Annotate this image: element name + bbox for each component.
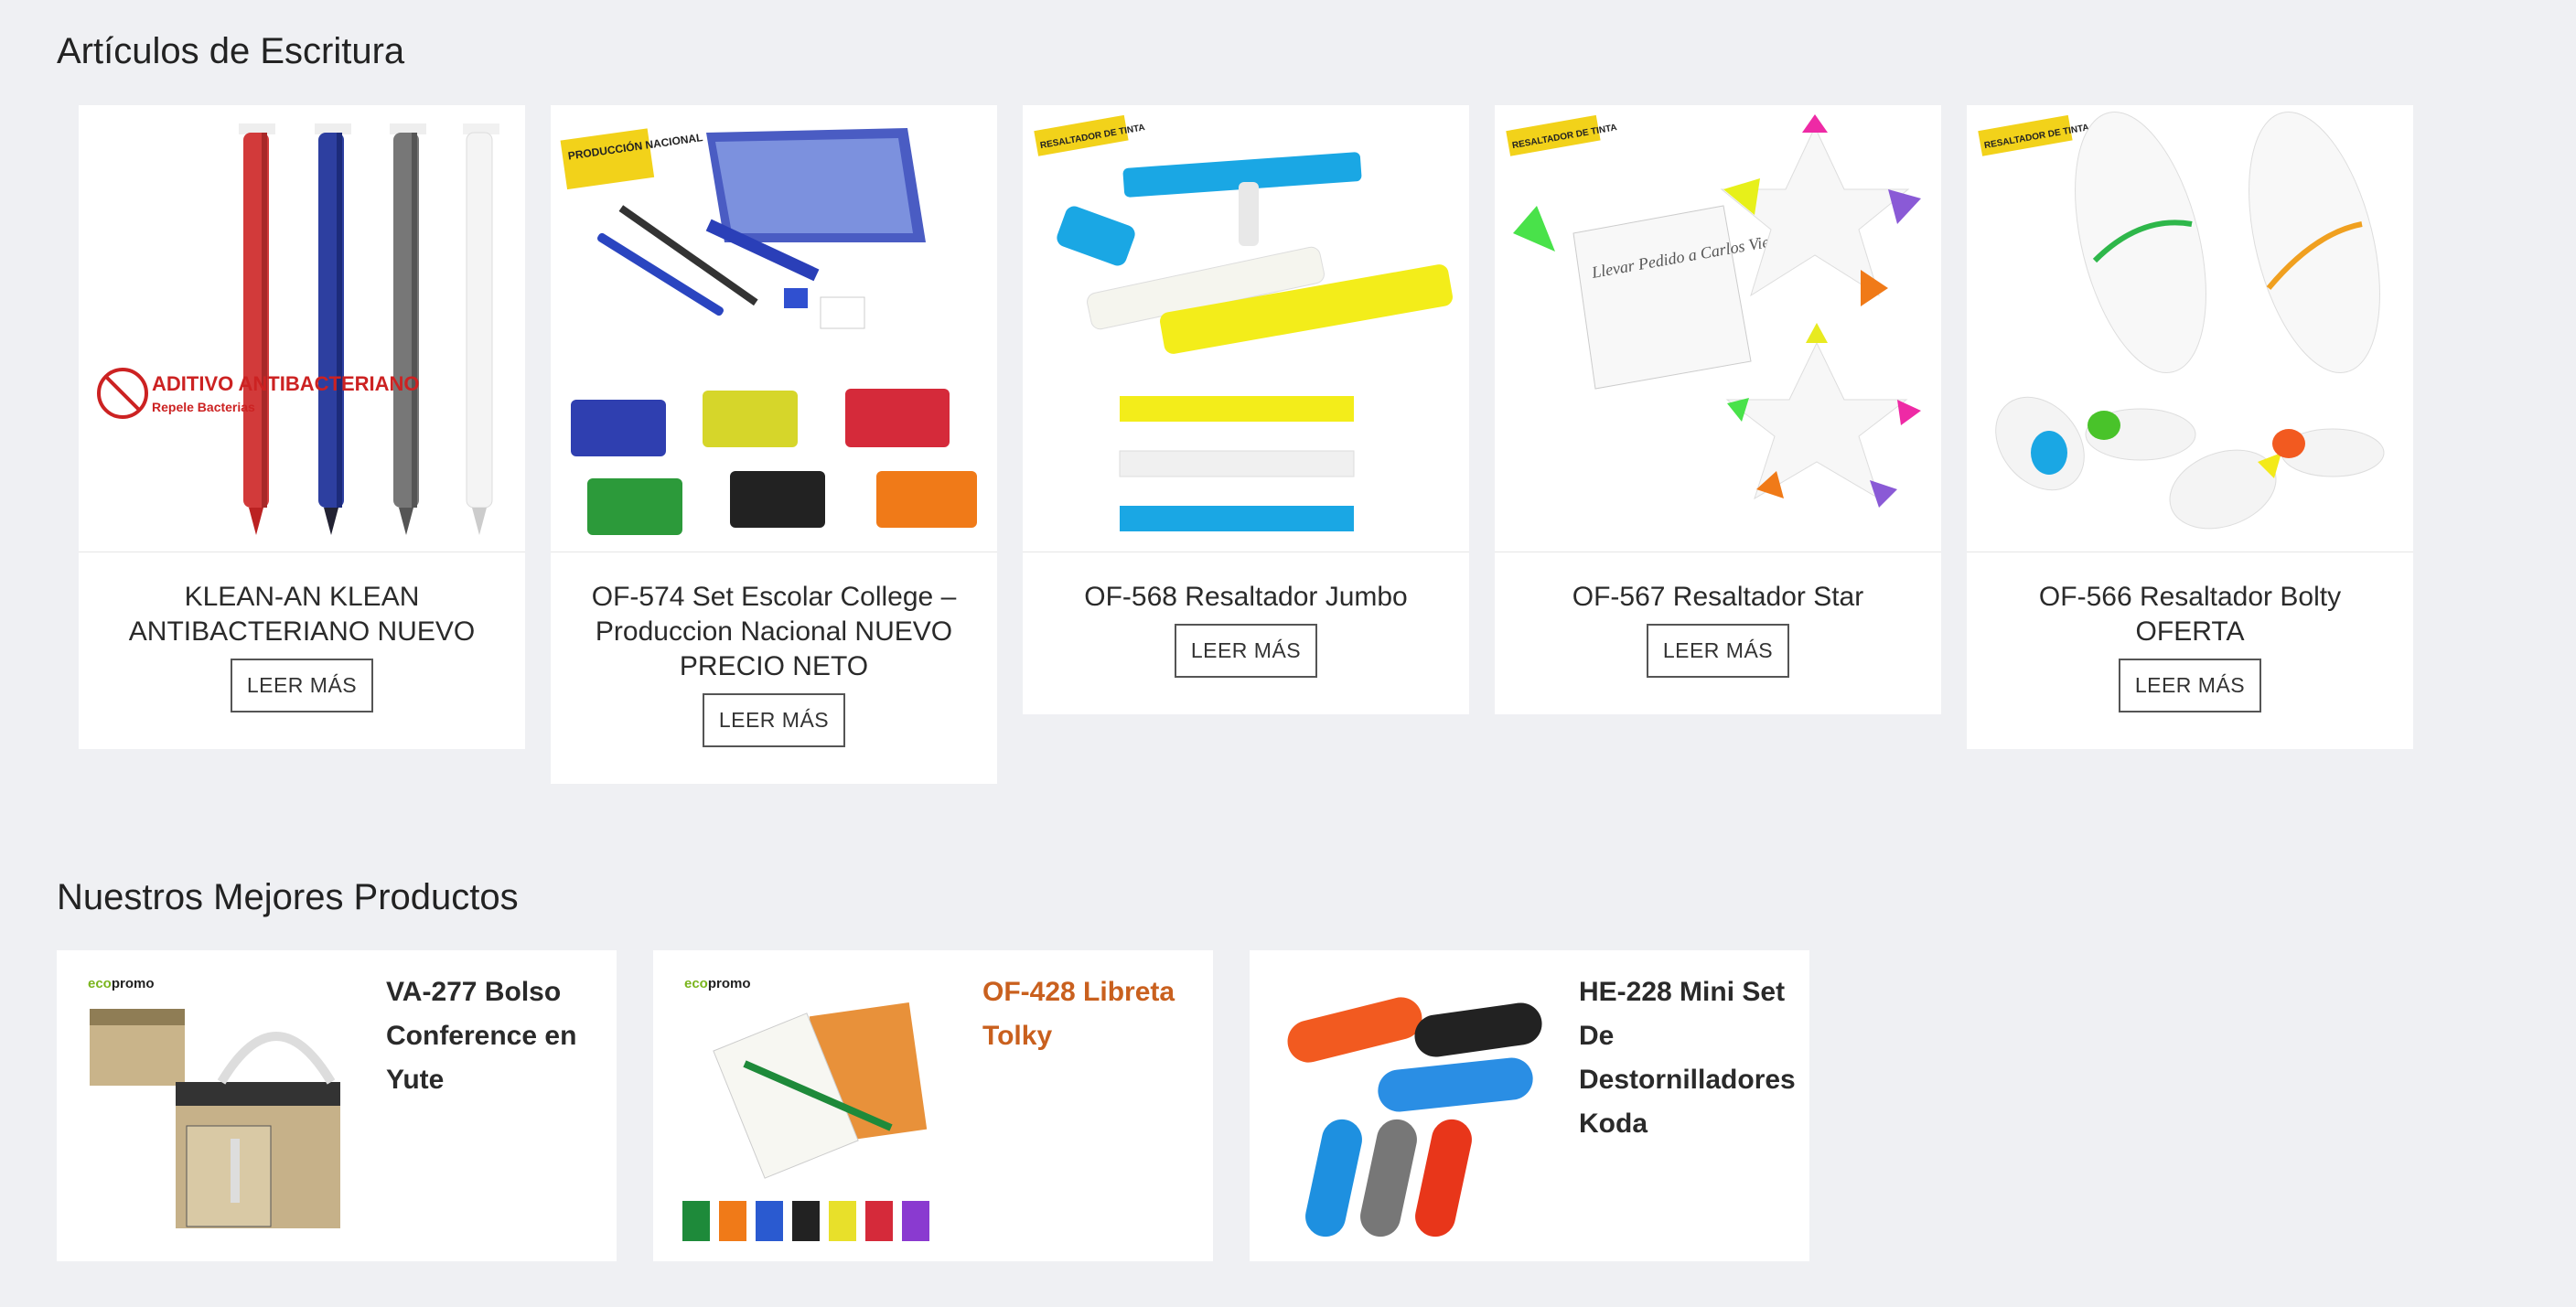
best-product-image-bag[interactable]: ecopromo [84,972,349,1247]
product-title[interactable]: OF-567 Resaltador Star [1513,580,1923,615]
badge-aditivo: ADITIVO ANTIBACTERIANO [152,372,420,395]
product-card[interactable]: RESALTADOR DE TINTA OF-568 Resaltador Ju… [1023,105,1469,714]
read-more-button[interactable]: LEER MÁS [1646,624,1790,678]
product-card[interactable]: RESALTADOR DE TINTA OF-566 Resaltador Bo… [1967,105,2413,749]
best-product-image-notebook[interactable]: ecopromo [681,972,946,1247]
ecopromo-logo: ecopromo [88,976,155,991]
product-image-highlighter-bolty[interactable]: RESALTADOR DE TINTA [1967,105,2413,552]
svg-text:Repele Bacterias: Repele Bacterias [152,400,255,414]
best-product-image-screwdriver[interactable] [1277,972,1542,1247]
product-title[interactable]: OF-574 Set Escolar College – Produccion … [569,580,979,684]
read-more-button[interactable]: LEER MÁS [230,659,374,712]
section-title-writing: Artículos de Escritura [57,31,405,71]
best-product-title[interactable]: HE-228 Mini Set De Destornilladores Koda [1579,970,1796,1146]
product-card[interactable]: RESALTADOR DE TINTA Llevar Pedido a Carl… [1495,105,1941,714]
read-more-button[interactable]: LEER MÁS [2118,659,2262,712]
product-card[interactable]: ADITIVO ANTIBACTERIANO Repele Bacterias … [79,105,525,749]
product-image-highlighter-jumbo[interactable]: RESALTADOR DE TINTA [1023,105,1469,552]
best-product-title[interactable]: OF-428 Libreta Tolky [982,970,1193,1058]
product-card[interactable]: PRODUCCIÓN NACIONAL OF-574 Set Escolar C… [551,105,997,784]
section-title-best: Nuestros Mejores Productos [57,877,519,917]
product-title[interactable]: KLEAN-AN KLEAN ANTIBACTERIANO NUEVO [97,580,507,649]
best-product-title[interactable]: VA-277 Bolso Conference en Yute [386,970,596,1102]
product-title[interactable]: OF-566 Resaltador Bolty OFERTA [1985,580,2395,649]
product-image-highlighter-star[interactable]: RESALTADOR DE TINTA Llevar Pedido a Carl… [1495,105,1941,552]
best-product-card[interactable]: HE-228 Mini Set De Destornilladores Koda [1250,950,1809,1261]
read-more-button[interactable]: LEER MÁS [1174,624,1318,678]
best-product-card[interactable]: ecopromo OF-428 Libreta Tolky [653,950,1213,1261]
product-image-pens[interactable]: ADITIVO ANTIBACTERIANO Repele Bacterias [79,105,525,552]
product-image-school-set[interactable]: PRODUCCIÓN NACIONAL [551,105,997,552]
ecopromo-logo: ecopromo [684,976,751,991]
read-more-button[interactable]: LEER MÁS [702,693,846,747]
product-title[interactable]: OF-568 Resaltador Jumbo [1041,580,1451,615]
best-product-card[interactable]: ecopromo VA-277 Bolso Conference en Yute [57,950,617,1261]
